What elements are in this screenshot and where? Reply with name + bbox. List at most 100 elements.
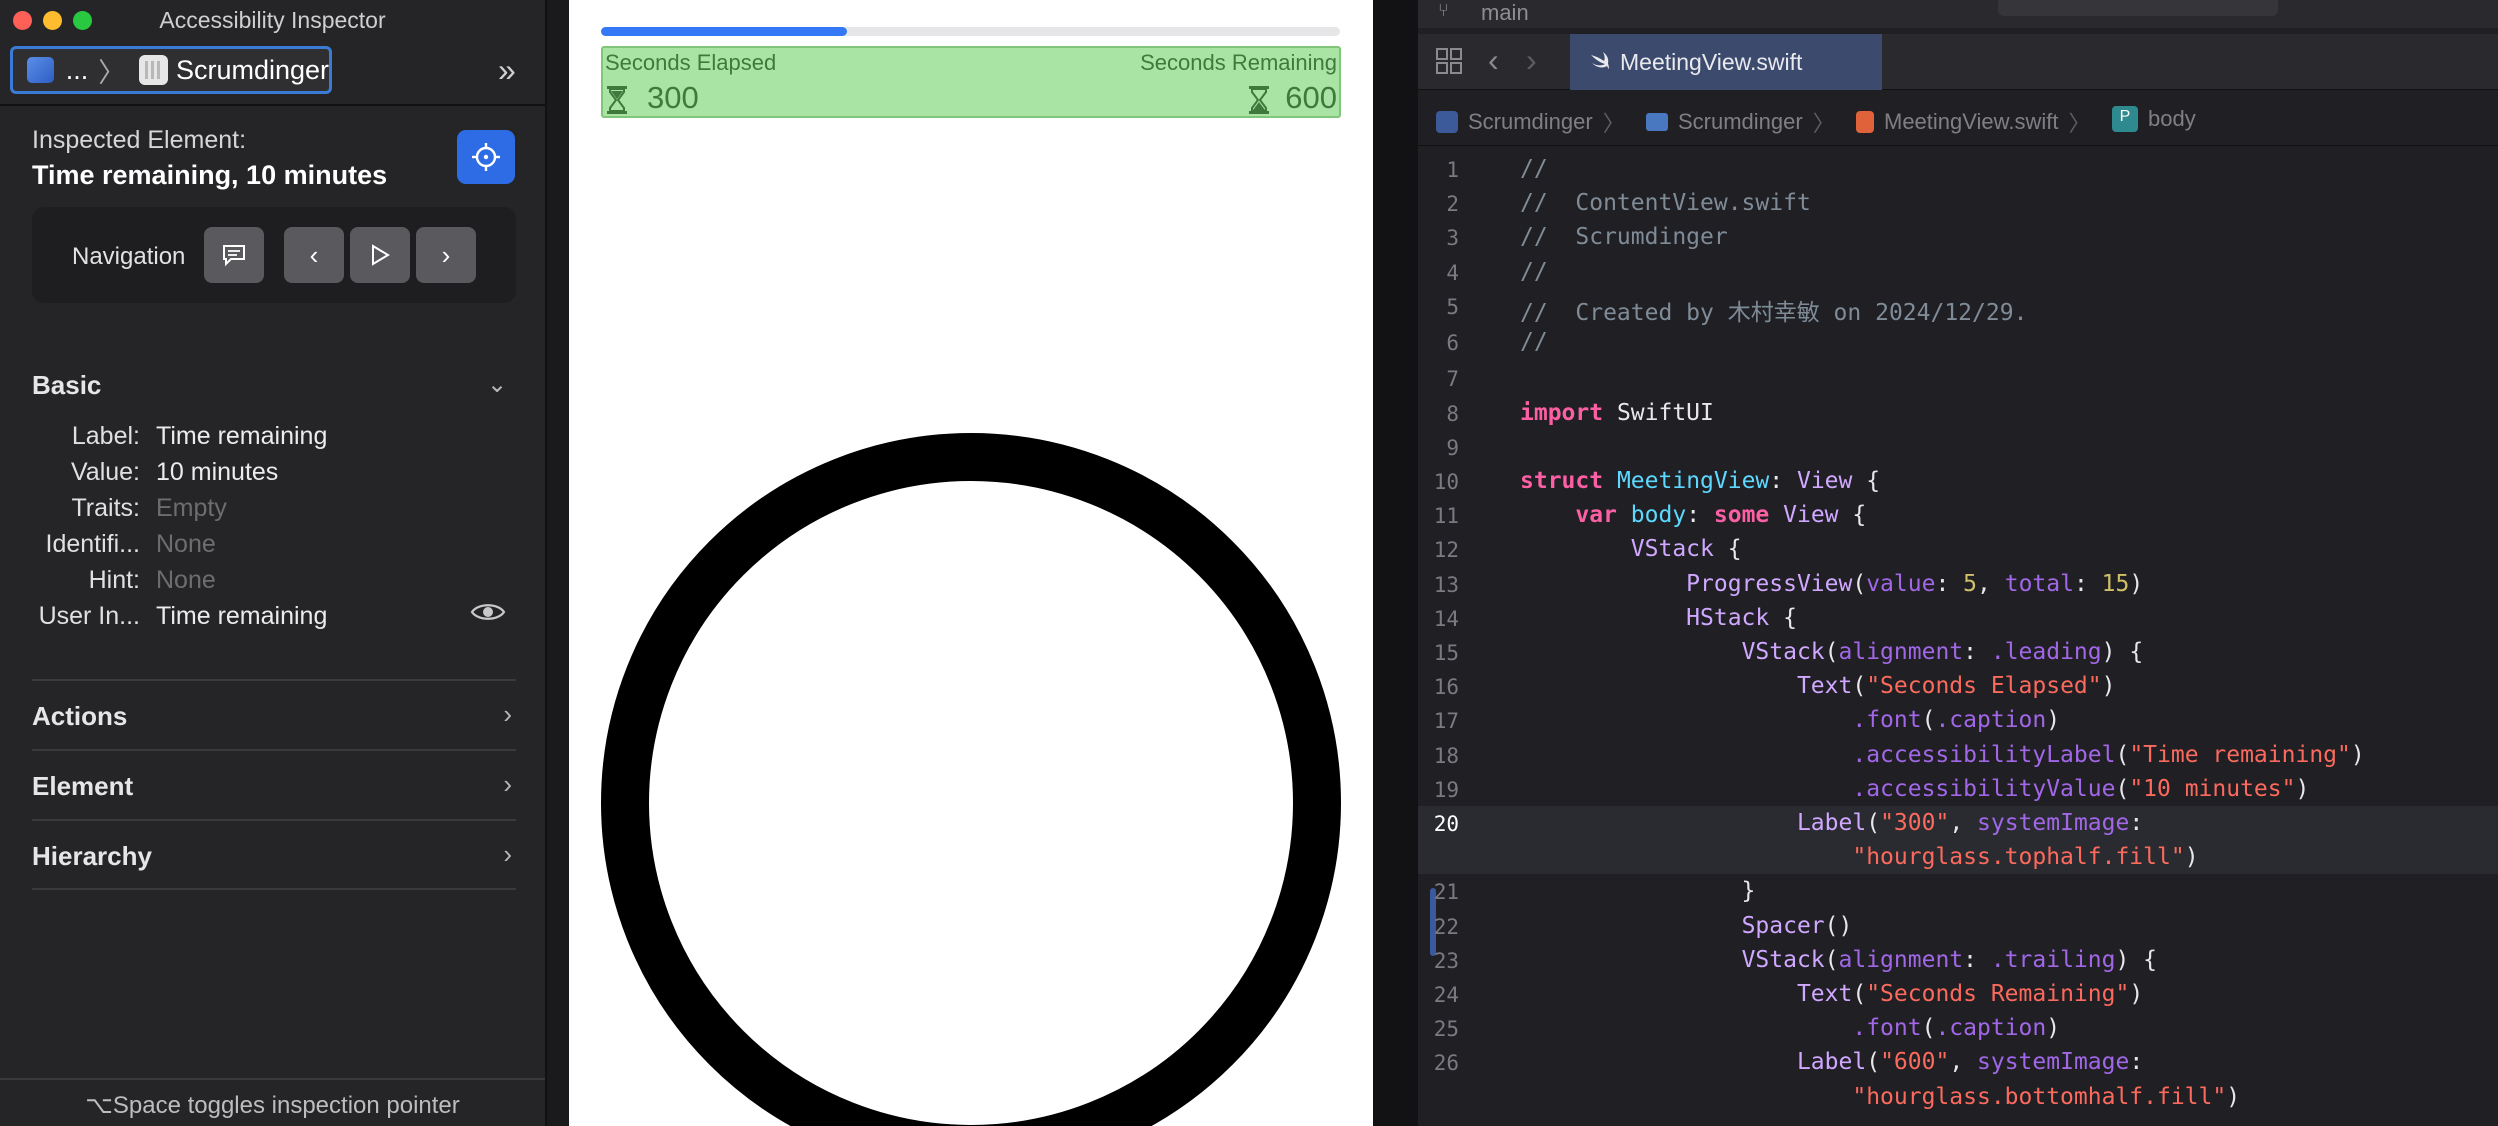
code-line[interactable]: 19 .accessibilityValue("10 minutes"): [1418, 772, 2498, 806]
code-line[interactable]: 10 struct MeetingView: View {: [1418, 464, 2498, 498]
tab-meetingview-swift[interactable]: MeetingView.swift: [1570, 34, 1882, 90]
zoom-window-button[interactable]: [73, 11, 92, 30]
code-line[interactable]: 15 VStack(alignment: .leading) {: [1418, 635, 2498, 669]
property-value: Time remaining: [156, 422, 328, 450]
speak-button[interactable]: [204, 227, 264, 283]
code-text: .accessibilityValue("10 minutes"): [1852, 775, 2310, 802]
code-line[interactable]: 21 }: [1418, 874, 2498, 908]
simulator-bezel: [547, 0, 569, 1126]
chevron-right-icon: 〉: [1602, 111, 1625, 136]
code-line[interactable]: 12 VStack {: [1418, 532, 2498, 566]
line-number: 14: [1433, 606, 1459, 631]
target-selector[interactable]: ... 〉 Scrumdinger: [10, 46, 332, 94]
code-text: // ContentView.swift: [1520, 190, 1811, 217]
code-text: VStack(alignment: .trailing) {: [1741, 946, 2158, 973]
actions-section[interactable]: Actions ›: [32, 679, 516, 749]
jumpbar-label: MeetingView.swift: [1884, 109, 2059, 134]
line-number: 12: [1433, 538, 1459, 563]
chevron-down-icon[interactable]: ⌄: [487, 370, 507, 399]
auto-navigate-button[interactable]: [350, 227, 410, 283]
basic-section-header[interactable]: Basic: [32, 370, 101, 401]
chevron-right-icon: 〉: [2068, 111, 2091, 136]
code-line[interactable]: 14 HStack {: [1418, 601, 2498, 635]
jumpbar-file[interactable]: MeetingView.swift 〉: [1856, 106, 2090, 138]
code-text: VStack(alignment: .leading) {: [1741, 639, 2144, 665]
xcode-icon: [27, 57, 54, 83]
code-line[interactable]: 8 import SwiftUI: [1418, 396, 2498, 430]
line-number: 13: [1433, 572, 1459, 597]
code-text: }: [1520, 878, 1756, 905]
code-text: ProgressView(value: 5, total: 15): [1686, 570, 2144, 597]
minimize-window-button[interactable]: [43, 11, 62, 30]
code-line[interactable]: 16 Text("Seconds Elapsed"): [1418, 669, 2498, 703]
code-text: Text("Seconds Remaining"): [1796, 981, 2144, 1007]
accessibility-inspector-window: Accessibility Inspector ... 〉 Scrumdinge…: [0, 0, 547, 1126]
code-line[interactable]: 26 Label("600", systemImage:: [1418, 1045, 2498, 1079]
element-section[interactable]: Element ›: [32, 749, 516, 819]
code-text: "hourglass.tophalf.fill"): [1852, 844, 2199, 871]
next-element-button[interactable]: ›: [416, 227, 476, 283]
line-number: 7: [1446, 367, 1459, 392]
code-line[interactable]: 22 Spacer(): [1418, 909, 2498, 943]
code-line[interactable]: 7: [1418, 361, 2498, 395]
branch-name[interactable]: main: [1481, 0, 1529, 26]
jumpbar-label: Scrumdinger: [1678, 109, 1803, 134]
code-text: Text("Seconds Elapsed"): [1796, 673, 2116, 700]
previous-element-button[interactable]: ‹: [284, 227, 344, 283]
crosshair-icon: [472, 143, 500, 171]
speech-bubble-icon: [223, 245, 245, 267]
property-key: Value:: [70, 458, 140, 486]
eye-icon[interactable]: [470, 600, 506, 624]
code-line[interactable]: 4 //: [1418, 255, 2498, 289]
jumpbar-project[interactable]: Scrumdinger 〉: [1436, 106, 1625, 138]
code-line[interactable]: "hourglass.bottomhalf.fill"): [1418, 1080, 2498, 1114]
code-line[interactable]: 13 ProgressView(value: 5, total: 15): [1418, 567, 2498, 601]
highlighted-element[interactable]: Seconds Elapsed Seconds Remaining 300 60…: [601, 46, 1341, 118]
line-number: 4: [1446, 260, 1459, 285]
target-app-name: Scrumdinger: [175, 54, 329, 85]
seconds-elapsed-caption: Seconds Elapsed: [605, 50, 777, 75]
code-line[interactable]: 23 VStack(alignment: .trailing) {: [1418, 943, 2498, 977]
line-number: 5: [1446, 294, 1459, 319]
code-line[interactable]: "hourglass.tophalf.fill"): [1418, 840, 2498, 875]
code-text: import SwiftUI: [1520, 399, 1714, 426]
target-ellipsis: ...: [65, 54, 89, 85]
code-line[interactable]: 17 .font(.caption): [1418, 703, 2498, 737]
xcode-editor-window: ⑂ main ‹ › MeetingView.swift Scrumdinger…: [1418, 0, 2498, 1126]
property-key: Traits:: [71, 494, 140, 522]
seconds-remaining-value: 600: [1285, 80, 1337, 115]
jump-bar: Scrumdinger 〉 Scrumdinger 〉 MeetingView.sw…: [1418, 90, 2498, 146]
chevron-right-icon: ›: [441, 239, 451, 270]
section-label: Hierarchy: [32, 841, 152, 871]
property-key: Label:: [71, 422, 140, 450]
code-editor[interactable]: 1 // 2 // ContentView.swift 3 // Scrumdinger 4…: [1418, 146, 2498, 1126]
code-line[interactable]: 11 var body: some View {: [1418, 498, 2498, 532]
close-window-button[interactable]: [13, 11, 32, 30]
line-number: 26: [1433, 1051, 1459, 1076]
back-arrow-icon[interactable]: ‹: [1488, 42, 1499, 79]
editor-options-icon[interactable]: [1436, 48, 1462, 74]
code-line[interactable]: 24 Text("Seconds Remaining"): [1418, 977, 2498, 1011]
code-line[interactable]: 5 // Created by 木村幸敏 on 2024/12/29.: [1418, 289, 2498, 326]
code-line[interactable]: 25 .font(.caption): [1418, 1011, 2498, 1045]
line-number: 24: [1433, 983, 1459, 1007]
chevron-right-icon: ›: [503, 769, 512, 799]
project-icon: [1436, 111, 1458, 133]
jumpbar-folder[interactable]: Scrumdinger 〉: [1646, 106, 1835, 138]
run-destination-selector[interactable]: [1998, 0, 2278, 16]
line-number: 20: [1433, 812, 1459, 836]
forward-arrow-icon[interactable]: ›: [1526, 42, 1537, 79]
inspection-pointer-button[interactable]: [457, 130, 515, 184]
code-line[interactable]: 20 Label("300", systemImage:: [1418, 806, 2498, 840]
double-chevron-right-icon[interactable]: »: [498, 52, 516, 89]
hierarchy-section[interactable]: Hierarchy ›: [32, 819, 516, 890]
code-line[interactable]: 1 //: [1418, 152, 2498, 186]
code-line[interactable]: 18 .accessibilityLabel("Time remaining"): [1418, 738, 2498, 772]
swift-file-icon: [1856, 111, 1874, 133]
code-line[interactable]: 6 //: [1418, 325, 2498, 359]
jumpbar-symbol[interactable]: P body: [2112, 106, 2196, 132]
code-line[interactable]: 9: [1418, 430, 2498, 464]
property-value: Empty: [156, 494, 227, 522]
code-line[interactable]: 2 // ContentView.swift: [1418, 186, 2498, 220]
code-line[interactable]: 3 // Scrumdinger: [1418, 220, 2498, 254]
